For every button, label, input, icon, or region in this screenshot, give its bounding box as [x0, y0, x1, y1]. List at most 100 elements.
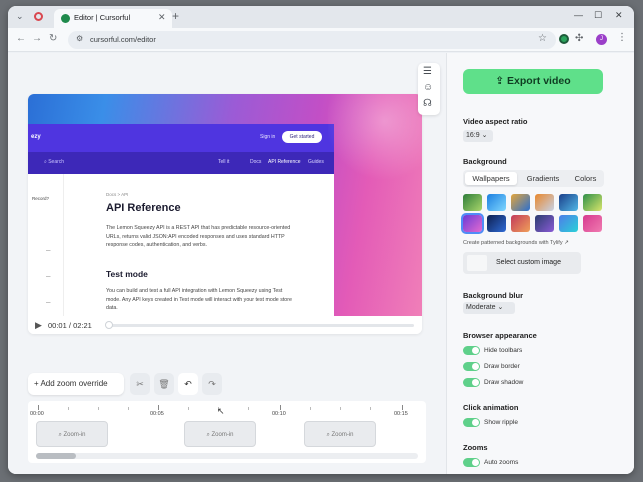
tick-mark-minor [370, 407, 371, 410]
aspect-ratio-value: 16:9 [466, 132, 480, 139]
tick-label: 00:05 [150, 411, 164, 417]
wallpaper-swatch[interactable] [559, 215, 578, 232]
close-icon[interactable]: ✕ [158, 12, 166, 23]
redo-icon[interactable]: ↷ [202, 373, 222, 395]
zoom-block-label: Zoom-in [331, 432, 354, 438]
zoom-block[interactable]: ⌕ Zoom-in [304, 421, 376, 447]
wallpaper-caption[interactable]: Create patterned backgrounds with Tylify… [463, 240, 569, 246]
tick-mark-minor [128, 407, 129, 410]
wallpaper-swatch[interactable] [463, 194, 482, 211]
site-section-title: Test mode [106, 269, 148, 279]
current-time: 00:01 [48, 321, 67, 330]
site-nav: ⌕ Search Tell it Docs API Reference Guid… [28, 152, 334, 174]
site-intro: The Lemon Squeezy API is a REST API that… [106, 225, 291, 248]
tick-mark [38, 405, 39, 410]
tick-label: 00:15 [394, 411, 408, 417]
wallpaper-swatch[interactable] [511, 215, 530, 232]
zooms-title: Zooms [463, 443, 488, 452]
wallpaper-swatch[interactable] [583, 215, 602, 232]
url-text[interactable]: cursorful.com/editor [90, 35, 156, 44]
plus-icon[interactable]: + [172, 9, 179, 23]
wallpaper-swatch[interactable] [487, 194, 506, 211]
progress-track[interactable] [106, 324, 414, 327]
record-icon[interactable] [34, 12, 43, 21]
extension-cursorful-icon[interactable] [559, 34, 569, 44]
address-bar[interactable]: ⚙ cursorful.com/editor ☆ [68, 31, 556, 49]
wallpaper-swatch[interactable] [535, 215, 554, 232]
tab-colors[interactable]: Colors [569, 172, 602, 185]
site-nav-link: Tell it [218, 159, 230, 165]
wallpaper-swatch[interactable] [583, 194, 602, 211]
scissors-icon[interactable]: ✂ [130, 373, 150, 395]
wallpaper-canvas: ezy Sign in Get started ⌕ Search Tell it… [28, 94, 422, 316]
wallpaper-swatch[interactable] [535, 194, 554, 211]
tick-mark-minor [68, 407, 69, 410]
headset-icon[interactable]: ☊ [423, 98, 432, 109]
tab-editor[interactable]: Editor | Cursorful ✕ [54, 9, 172, 28]
player-controls: ▶ 00:01 / 02:21 [28, 316, 422, 334]
chevron-down-icon: ⌄ [481, 132, 488, 139]
tab-gradients[interactable]: Gradients [519, 172, 567, 185]
browser-window: ⌄ Editor | Cursorful ✕ + — ☐ ✕ ← → ↻ ⚙ c… [8, 6, 634, 474]
settings-panel: ⇪ Export video Video aspect ratio 16:9 ⌄… [446, 53, 634, 474]
trash-icon[interactable]: 🗑 [154, 373, 174, 395]
tune-icon[interactable]: ⚙ [76, 34, 83, 43]
tab-wallpapers[interactable]: Wallpapers [465, 172, 517, 185]
wallpaper-swatch[interactable] [487, 215, 506, 232]
wallpaper-swatch-selected[interactable] [461, 213, 484, 234]
forward-icon[interactable]: → [32, 33, 42, 44]
select-custom-image-button[interactable]: Select custom image [463, 252, 581, 274]
aspect-ratio-select[interactable]: 16:9 ⌄ [463, 130, 493, 142]
tick-mark-minor [98, 407, 99, 410]
avatar[interactable]: J [596, 34, 607, 45]
video-preview: ezy Sign in Get started ⌕ Search Tell it… [28, 94, 422, 334]
progress-knob[interactable] [105, 321, 114, 329]
timeline-scrollbar[interactable] [36, 453, 418, 459]
toggle-switch[interactable] [463, 362, 480, 371]
undo-icon[interactable]: ↶ [178, 373, 198, 395]
back-icon[interactable]: ← [16, 33, 26, 44]
toggle-switch[interactable] [463, 418, 480, 427]
zoom-block-label: Zoom-in [211, 432, 234, 438]
reload-icon[interactable]: ↻ [49, 33, 57, 44]
timeline-scroll-thumb[interactable] [36, 453, 76, 459]
site-signin: Sign in [260, 134, 276, 140]
toggle-switch[interactable] [463, 346, 480, 355]
site-sidebar-item: — [46, 274, 51, 279]
browser-toolbar: ← → ↻ ⚙ cursorful.com/editor ☆ [8, 28, 634, 52]
export-icon: ⇪ [495, 75, 508, 87]
toggle-label: Hide toolbars [484, 347, 523, 354]
minimize-icon[interactable]: — [574, 10, 583, 20]
export-video-button[interactable]: ⇪ Export video [463, 69, 603, 94]
site-sidebar-item: Record? [32, 196, 50, 201]
time-display: 00:01 / 02:21 [48, 321, 92, 330]
menu-icon[interactable]: ⋮ [617, 32, 627, 43]
site-breadcrumb: Docs > API [106, 192, 129, 197]
background-tabs: Wallpapers Gradients Colors [463, 170, 604, 187]
maximize-icon[interactable]: ☐ [594, 10, 602, 21]
tick-mark [402, 405, 403, 410]
toggle-label: Draw shadow [484, 379, 524, 386]
blur-select[interactable]: Moderate ⌄ [463, 302, 515, 314]
toggle-switch[interactable] [463, 378, 480, 387]
user-icon[interactable]: ☺ [423, 82, 433, 93]
play-icon[interactable]: ▶ [35, 320, 42, 331]
window-close-icon[interactable]: ✕ [615, 10, 623, 21]
toggle-switch[interactable] [463, 458, 480, 467]
cursorful-favicon-icon [61, 14, 70, 23]
zoom-block-label: Zoom-in [63, 432, 86, 438]
star-icon[interactable]: ☆ [538, 33, 547, 44]
mouse-cursor-icon: ↖ [217, 406, 225, 416]
wallpaper-swatch[interactable] [511, 194, 530, 211]
tick-mark-minor [188, 407, 189, 410]
zoom-block[interactable]: ⌕ Zoom-in [36, 421, 108, 447]
wallpaper-swatch[interactable] [559, 194, 578, 211]
timeline[interactable]: 00:00 00:05 00:10 00:15 ⌕ Zoom-in ⌕ Zoom… [28, 401, 426, 463]
zoom-block[interactable]: ⌕ Zoom-in [184, 421, 256, 447]
chevron-down-icon[interactable]: ⌄ [16, 11, 24, 22]
export-label: Export video [507, 75, 571, 87]
puzzle-icon[interactable]: ✣ [575, 33, 583, 44]
sliders-icon[interactable]: ☰ [423, 66, 432, 77]
add-zoom-override-button[interactable]: + Add zoom override [28, 373, 124, 395]
blur-value: Moderate [466, 304, 496, 311]
